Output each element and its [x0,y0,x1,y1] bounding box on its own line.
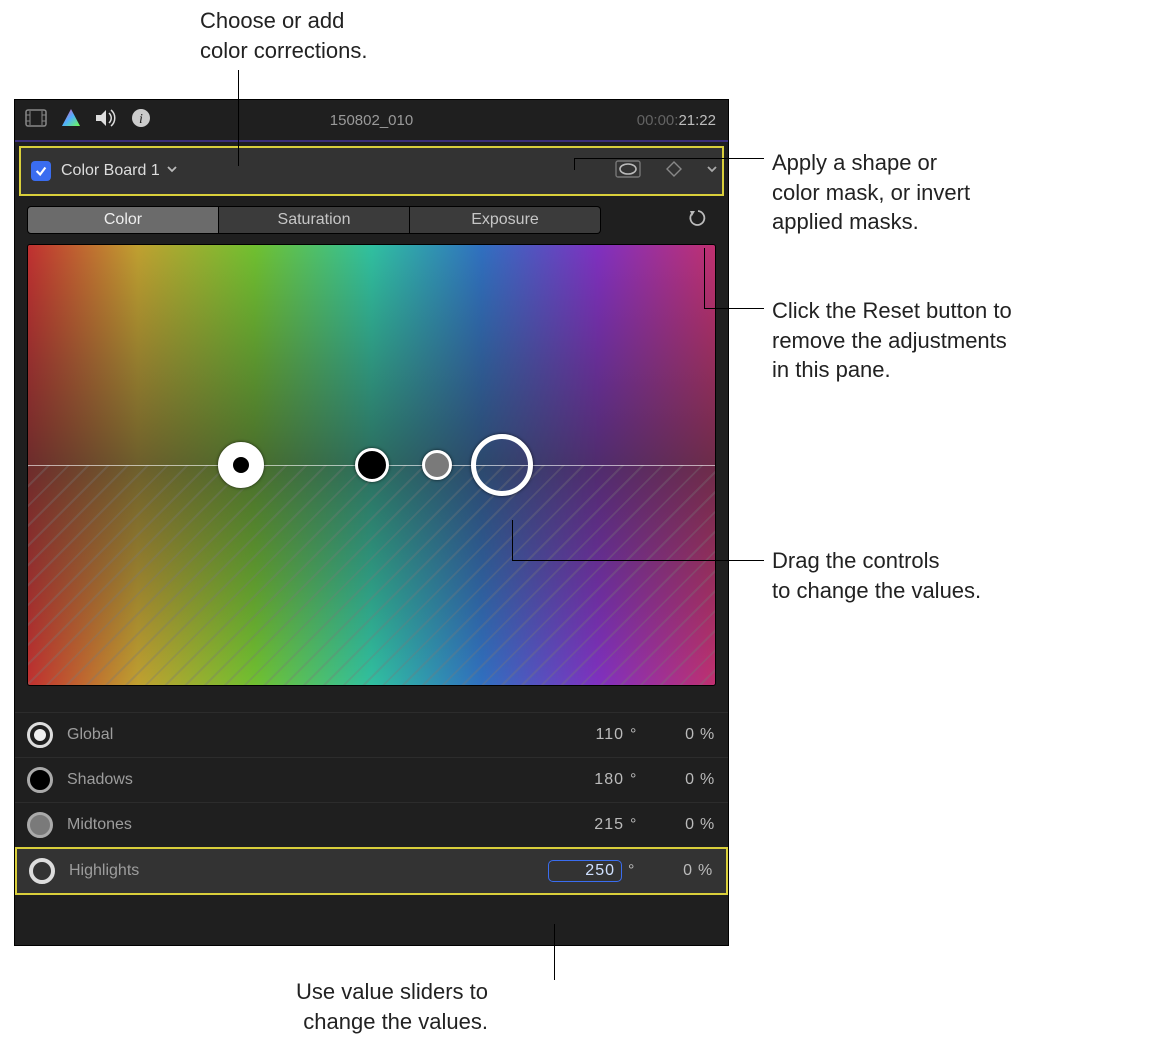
inspector-header: i 150802_010 00:00:21:22 [15,100,728,140]
param-row-global: Global 110 ° 0 % [15,712,728,757]
pct-value[interactable]: 0 [646,726,694,744]
leader-mask-h [574,158,764,159]
degree-symbol: ° [628,862,638,880]
header-divider [15,140,728,142]
callout-reset: Click the Reset button to remove the adj… [772,296,1012,385]
percent-symbol: % [700,726,716,744]
mask-menu-chevron[interactable] [706,162,718,180]
leader-reset-v [704,248,705,308]
param-label: Global [67,726,113,744]
keyframe-diamond-icon[interactable] [666,161,682,182]
clip-name: 150802_010 [15,112,728,129]
callout-choose: Choose or add color corrections. [200,6,368,65]
hue-value[interactable]: 180 [564,771,624,789]
degree-symbol: ° [630,771,640,789]
param-label: Shadows [67,771,133,789]
correction-header-row: Color Board 1 [19,146,724,196]
hue-value[interactable]: 215 [564,816,624,834]
degree-symbol: ° [630,726,640,744]
mask-shape-button[interactable] [614,159,642,184]
param-list: Global 110 ° 0 % Shadows 180 ° 0 % [15,712,728,895]
leader-drag-v [512,520,513,560]
leader-choose [238,70,239,166]
leader-reset-h [704,308,764,309]
pane-tabs-row: Color Saturation Exposure [15,200,728,244]
tab-saturation[interactable]: Saturation [219,206,410,234]
hue-value[interactable]: 110 [564,726,624,744]
leader-drag-h [512,560,764,561]
swatch-midtones [27,812,53,838]
leader-mask-v [574,158,575,170]
param-row-shadows: Shadows 180 ° 0 % [15,757,728,802]
hue-value-editing[interactable]: 250 [548,860,622,882]
swatch-shadows [27,767,53,793]
correction-name: Color Board 1 [61,162,160,180]
callout-sliders: Use value sliders to change the values. [296,977,488,1036]
hue-field-bottom [28,465,715,685]
correction-enable-checkbox[interactable] [31,161,51,181]
swatch-highlights [29,858,55,884]
puck-highlights[interactable] [471,434,533,496]
pane-tabs: Color Saturation Exposure [27,206,601,234]
param-label: Highlights [69,862,139,880]
swatch-global [27,722,53,748]
timecode: 00:00:21:22 [637,112,716,129]
tab-exposure[interactable]: Exposure [410,206,601,234]
color-board[interactable] [27,244,716,686]
tab-color[interactable]: Color [27,206,219,234]
callout-mask: Apply a shape or color mask, or invert a… [772,148,970,237]
param-row-midtones: Midtones 215 ° 0 % [15,802,728,847]
hue-field-top [28,245,715,465]
percent-symbol: % [698,862,714,880]
leader-sliders [554,924,555,980]
pct-value[interactable]: 0 [646,771,694,789]
callout-drag: Drag the controls to change the values. [772,546,981,605]
param-label: Midtones [67,816,132,834]
pct-value[interactable]: 0 [644,862,692,880]
inspector-panel: i 150802_010 00:00:21:22 Color Board 1 [14,99,729,946]
puck-shadows[interactable] [355,448,389,482]
reset-button[interactable] [688,208,716,233]
degree-symbol: ° [630,816,640,834]
percent-symbol: % [700,816,716,834]
puck-global[interactable] [218,442,264,488]
param-row-highlights: Highlights 250 ° 0 % [15,847,728,895]
percent-symbol: % [700,771,716,789]
chevron-down-icon [166,162,178,180]
puck-midtones[interactable] [422,450,452,480]
correction-selector[interactable]: Color Board 1 [61,162,178,180]
pct-value[interactable]: 0 [646,816,694,834]
